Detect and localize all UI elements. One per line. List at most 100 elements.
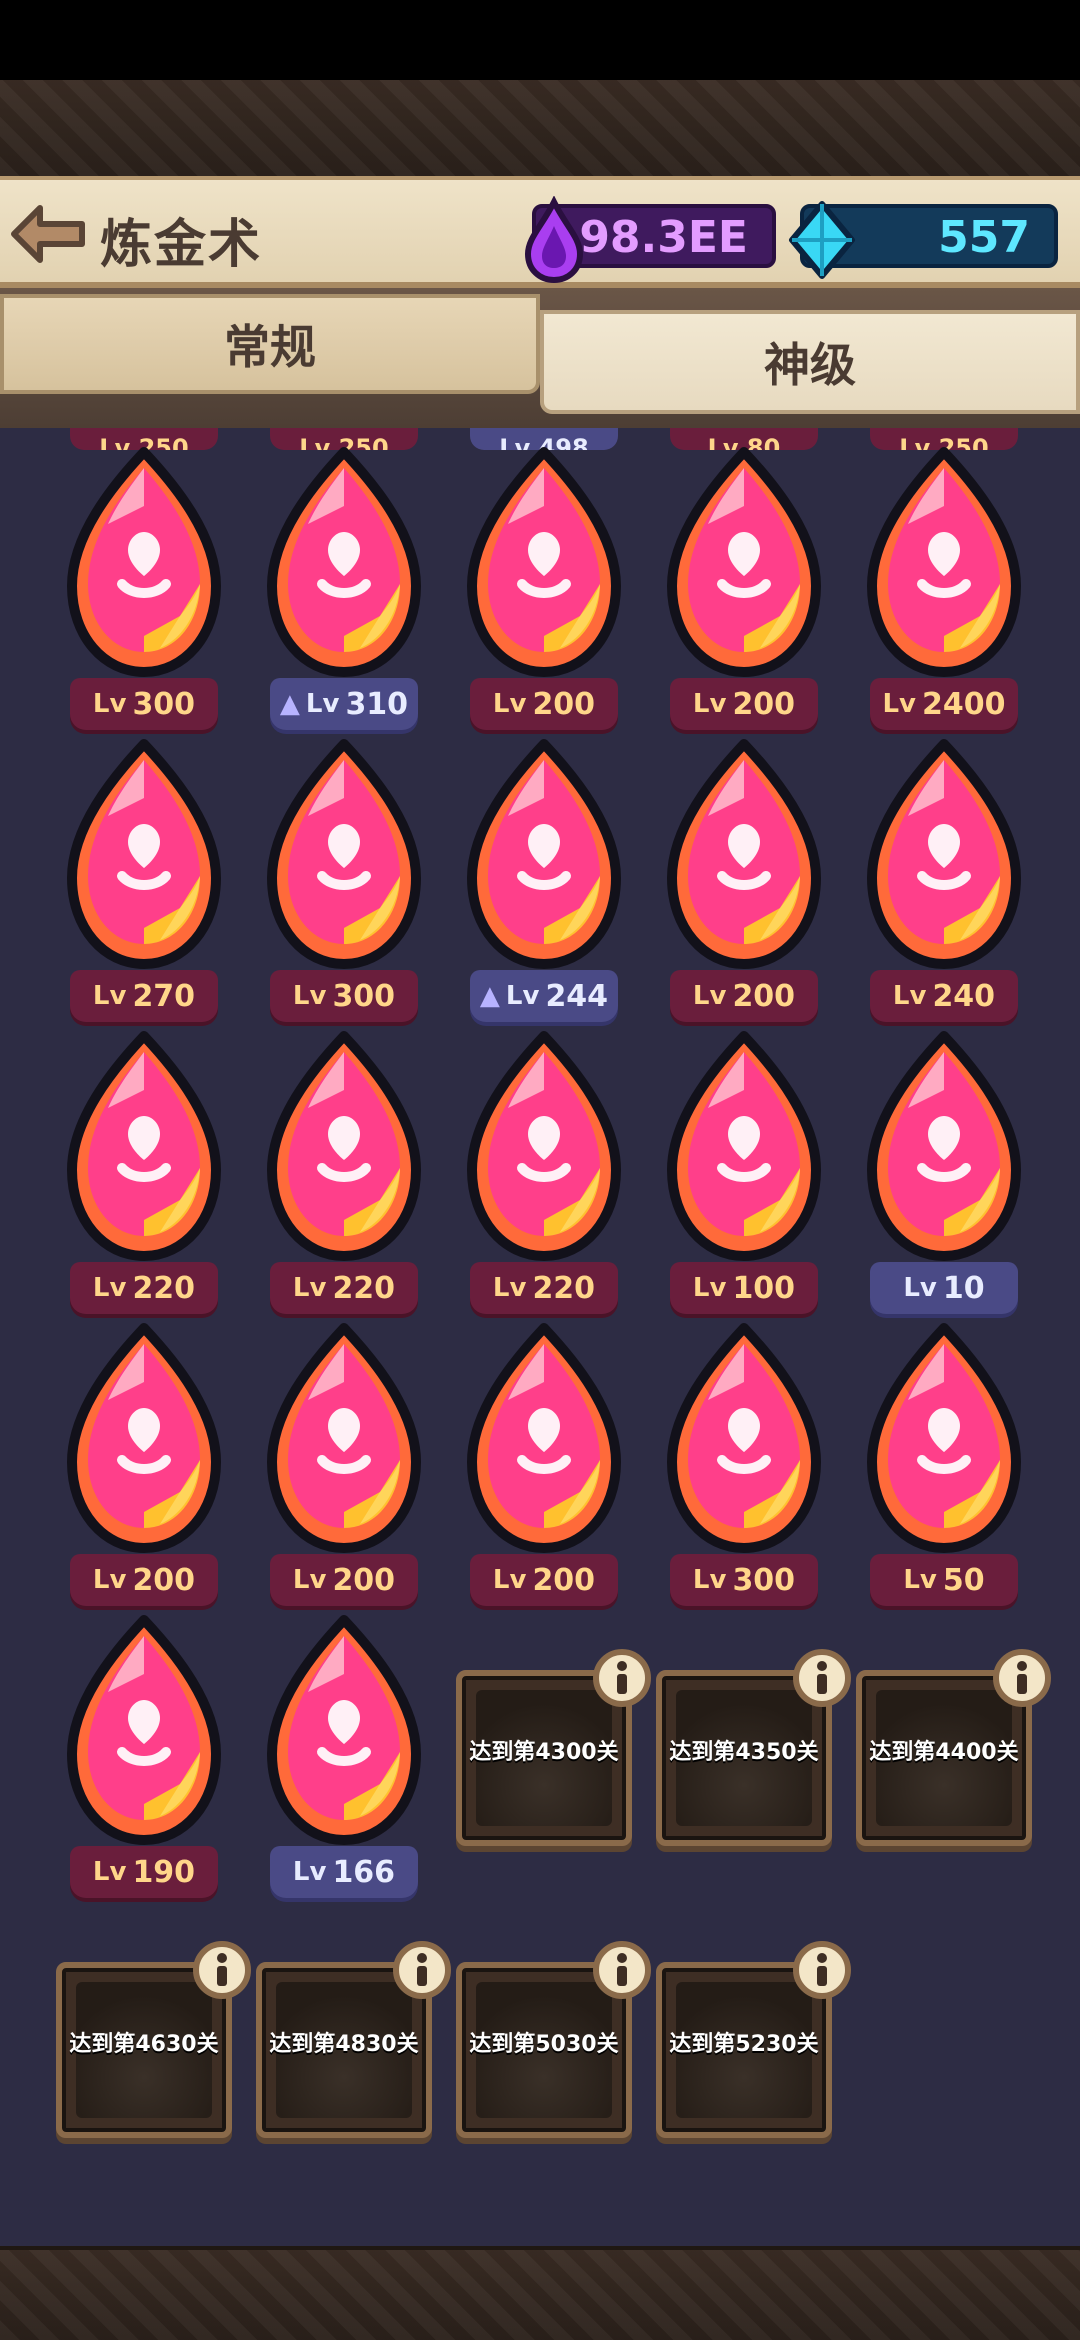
level-badge: Lv 200 <box>470 678 618 730</box>
level-prefix: Lv <box>492 689 527 719</box>
level-badge: Lv 220 <box>270 1262 418 1314</box>
level-badge: Lv 300 <box>70 678 218 730</box>
level-value: 220 <box>132 1270 196 1306</box>
alchemy-gem-slot[interactable]: Lv 220 <box>56 1030 232 1322</box>
level-badge: Lv 200 <box>670 678 818 730</box>
level-value: 200 <box>532 1562 596 1598</box>
info-icon[interactable] <box>592 1940 652 2000</box>
diamond-heart-icon <box>867 739 1021 969</box>
level-value: 50 <box>942 1562 985 1598</box>
locked-slot[interactable]: 达到第4830关 <box>256 1941 451 2138</box>
level-badge: Lv 2400 <box>870 678 1018 730</box>
cracked-egg-icon <box>267 739 421 969</box>
tab-divine[interactable]: 神级 <box>540 310 1080 414</box>
level-badge: Lv 166 <box>270 1846 418 1898</box>
level-badge: ▲ Lv 244 <box>470 970 618 1022</box>
unlock-requirement: 达到第4630关 <box>69 2032 219 2057</box>
level-badge: Lv 100 <box>670 1262 818 1314</box>
level-prefix: Lv <box>292 1565 327 1595</box>
swirl-orb-icon <box>467 739 621 969</box>
shield-fist-icon <box>67 1323 221 1553</box>
level-badge: Lv 200 <box>470 1554 618 1606</box>
level-value: 190 <box>132 1854 196 1890</box>
hourglass-skull-icon <box>467 1031 621 1261</box>
heart-coins-icon <box>67 447 221 677</box>
back-arrow-icon[interactable] <box>10 202 86 266</box>
lightning-potion-icon <box>667 447 821 677</box>
level-value: 240 <box>932 978 996 1014</box>
locked-slot[interactable]: 达到第4350关 <box>656 1649 851 1846</box>
alchemy-gem-slot[interactable]: Lv 200 <box>656 738 832 1030</box>
alchemy-gem-slot[interactable]: Lv 300 <box>656 1322 832 1614</box>
level-value: 300 <box>732 1562 796 1598</box>
alchemy-gem-slot[interactable]: Lv 200 <box>456 1322 632 1614</box>
level-value: 10 <box>942 1270 985 1306</box>
locked-slot[interactable]: 达到第5230关 <box>656 1941 851 2138</box>
level-prefix: Lv <box>92 1565 127 1595</box>
alchemy-gem-slot[interactable]: Lv 200 <box>56 1322 232 1614</box>
level-prefix: Lv <box>492 1273 527 1303</box>
level-value: 100 <box>732 1270 796 1306</box>
broken-heart-arrow-icon <box>67 1615 221 1845</box>
locked-slot[interactable]: 达到第4400关 <box>856 1649 1051 1846</box>
locked-slot[interactable]: 达到第4300关 <box>456 1649 651 1846</box>
alchemy-gem-slot[interactable]: Lv 270 <box>56 738 232 1030</box>
level-prefix: Lv <box>292 1273 327 1303</box>
percent-scroll-icon <box>667 1323 821 1553</box>
tab-regular[interactable]: 常规 <box>0 294 540 394</box>
info-icon[interactable] <box>992 1648 1052 1708</box>
alchemy-gem-slot[interactable]: Lv 190 <box>56 1614 232 1906</box>
alchemy-gem-slot[interactable]: Lv 300 <box>256 738 432 1030</box>
alchemy-gem-slot[interactable]: Lv 166 <box>256 1614 432 1906</box>
alchemy-gem-slot[interactable]: Lv 200 <box>256 1322 432 1614</box>
level-badge: Lv 300 <box>670 1554 818 1606</box>
elixir-value: 98.3EE <box>579 212 748 263</box>
alchemy-gem-slot[interactable]: Lv 200 <box>456 446 632 738</box>
info-icon[interactable] <box>792 1648 852 1708</box>
level-value: 200 <box>732 978 796 1014</box>
elixir-counter: 98.3EE <box>524 196 776 284</box>
shield-heart-icon <box>267 1323 421 1553</box>
level-value: 300 <box>332 978 396 1014</box>
info-icon[interactable] <box>792 1940 852 2000</box>
status-bar <box>0 0 1080 80</box>
locked-slot[interactable]: 达到第4630关 <box>56 1941 251 2138</box>
level-prefix: Lv <box>882 689 916 719</box>
level-badge: Lv 300 <box>270 970 418 1022</box>
potion-bag-icon <box>267 1615 421 1845</box>
info-icon[interactable] <box>392 1940 452 2000</box>
level-badge: ▲ Lv 310 <box>270 678 418 730</box>
level-badge: Lv 10 <box>870 1262 1018 1314</box>
alchemy-gem-slot[interactable]: ▲ Lv 244 <box>456 738 632 1030</box>
level-value: 200 <box>732 686 796 722</box>
shield-crystal-icon <box>467 1323 621 1553</box>
alchemy-gem-slot[interactable]: Lv 220 <box>256 1030 432 1322</box>
card-icon <box>867 1031 1021 1261</box>
level-prefix: Lv <box>903 1565 937 1595</box>
alchemy-gem-slot[interactable]: Lv 240 <box>856 738 1032 1030</box>
locked-slot[interactable]: 达到第5030关 <box>456 1941 651 2138</box>
alchemy-gem-slot[interactable]: Lv 10 <box>856 1030 1032 1322</box>
alchemy-gem-slot[interactable]: Lv 200 <box>656 446 832 738</box>
info-icon[interactable] <box>192 1940 252 2000</box>
level-prefix: Lv <box>505 981 540 1011</box>
wood-frame-top <box>0 80 1080 176</box>
level-value: 300 <box>132 686 196 722</box>
alchemy-gem-slot[interactable]: Lv 100 <box>656 1030 832 1322</box>
level-prefix: Lv <box>92 981 127 1011</box>
alchemy-gem-slot[interactable]: Lv 50 <box>856 1322 1032 1614</box>
level-value: 244 <box>545 978 609 1014</box>
alchemy-gem-slot[interactable]: ▲ Lv 310 <box>256 446 432 738</box>
level-badge: Lv 220 <box>70 1262 218 1314</box>
alchemy-grid: Lv 250 Lv 250 Lv 498 Lv 80 Lv 250 Lv 300 ▲ Lv… <box>0 428 1080 2246</box>
unlock-requirement: 达到第4300关 <box>469 1740 619 1765</box>
wood-frame-bottom <box>0 2246 1080 2340</box>
alchemy-gem-slot[interactable]: Lv 220 <box>456 1030 632 1322</box>
level-prefix: Lv <box>692 689 727 719</box>
info-icon[interactable] <box>592 1648 652 1708</box>
level-value: 200 <box>132 1562 196 1598</box>
alchemy-gem-slot[interactable]: Lv 2400 <box>856 446 1032 738</box>
alchemy-gem-slot[interactable]: Lv 300 <box>56 446 232 738</box>
upgrade-arrow-icon: ▲ <box>479 981 500 1011</box>
unlock-requirement: 达到第5030关 <box>469 2032 619 2057</box>
